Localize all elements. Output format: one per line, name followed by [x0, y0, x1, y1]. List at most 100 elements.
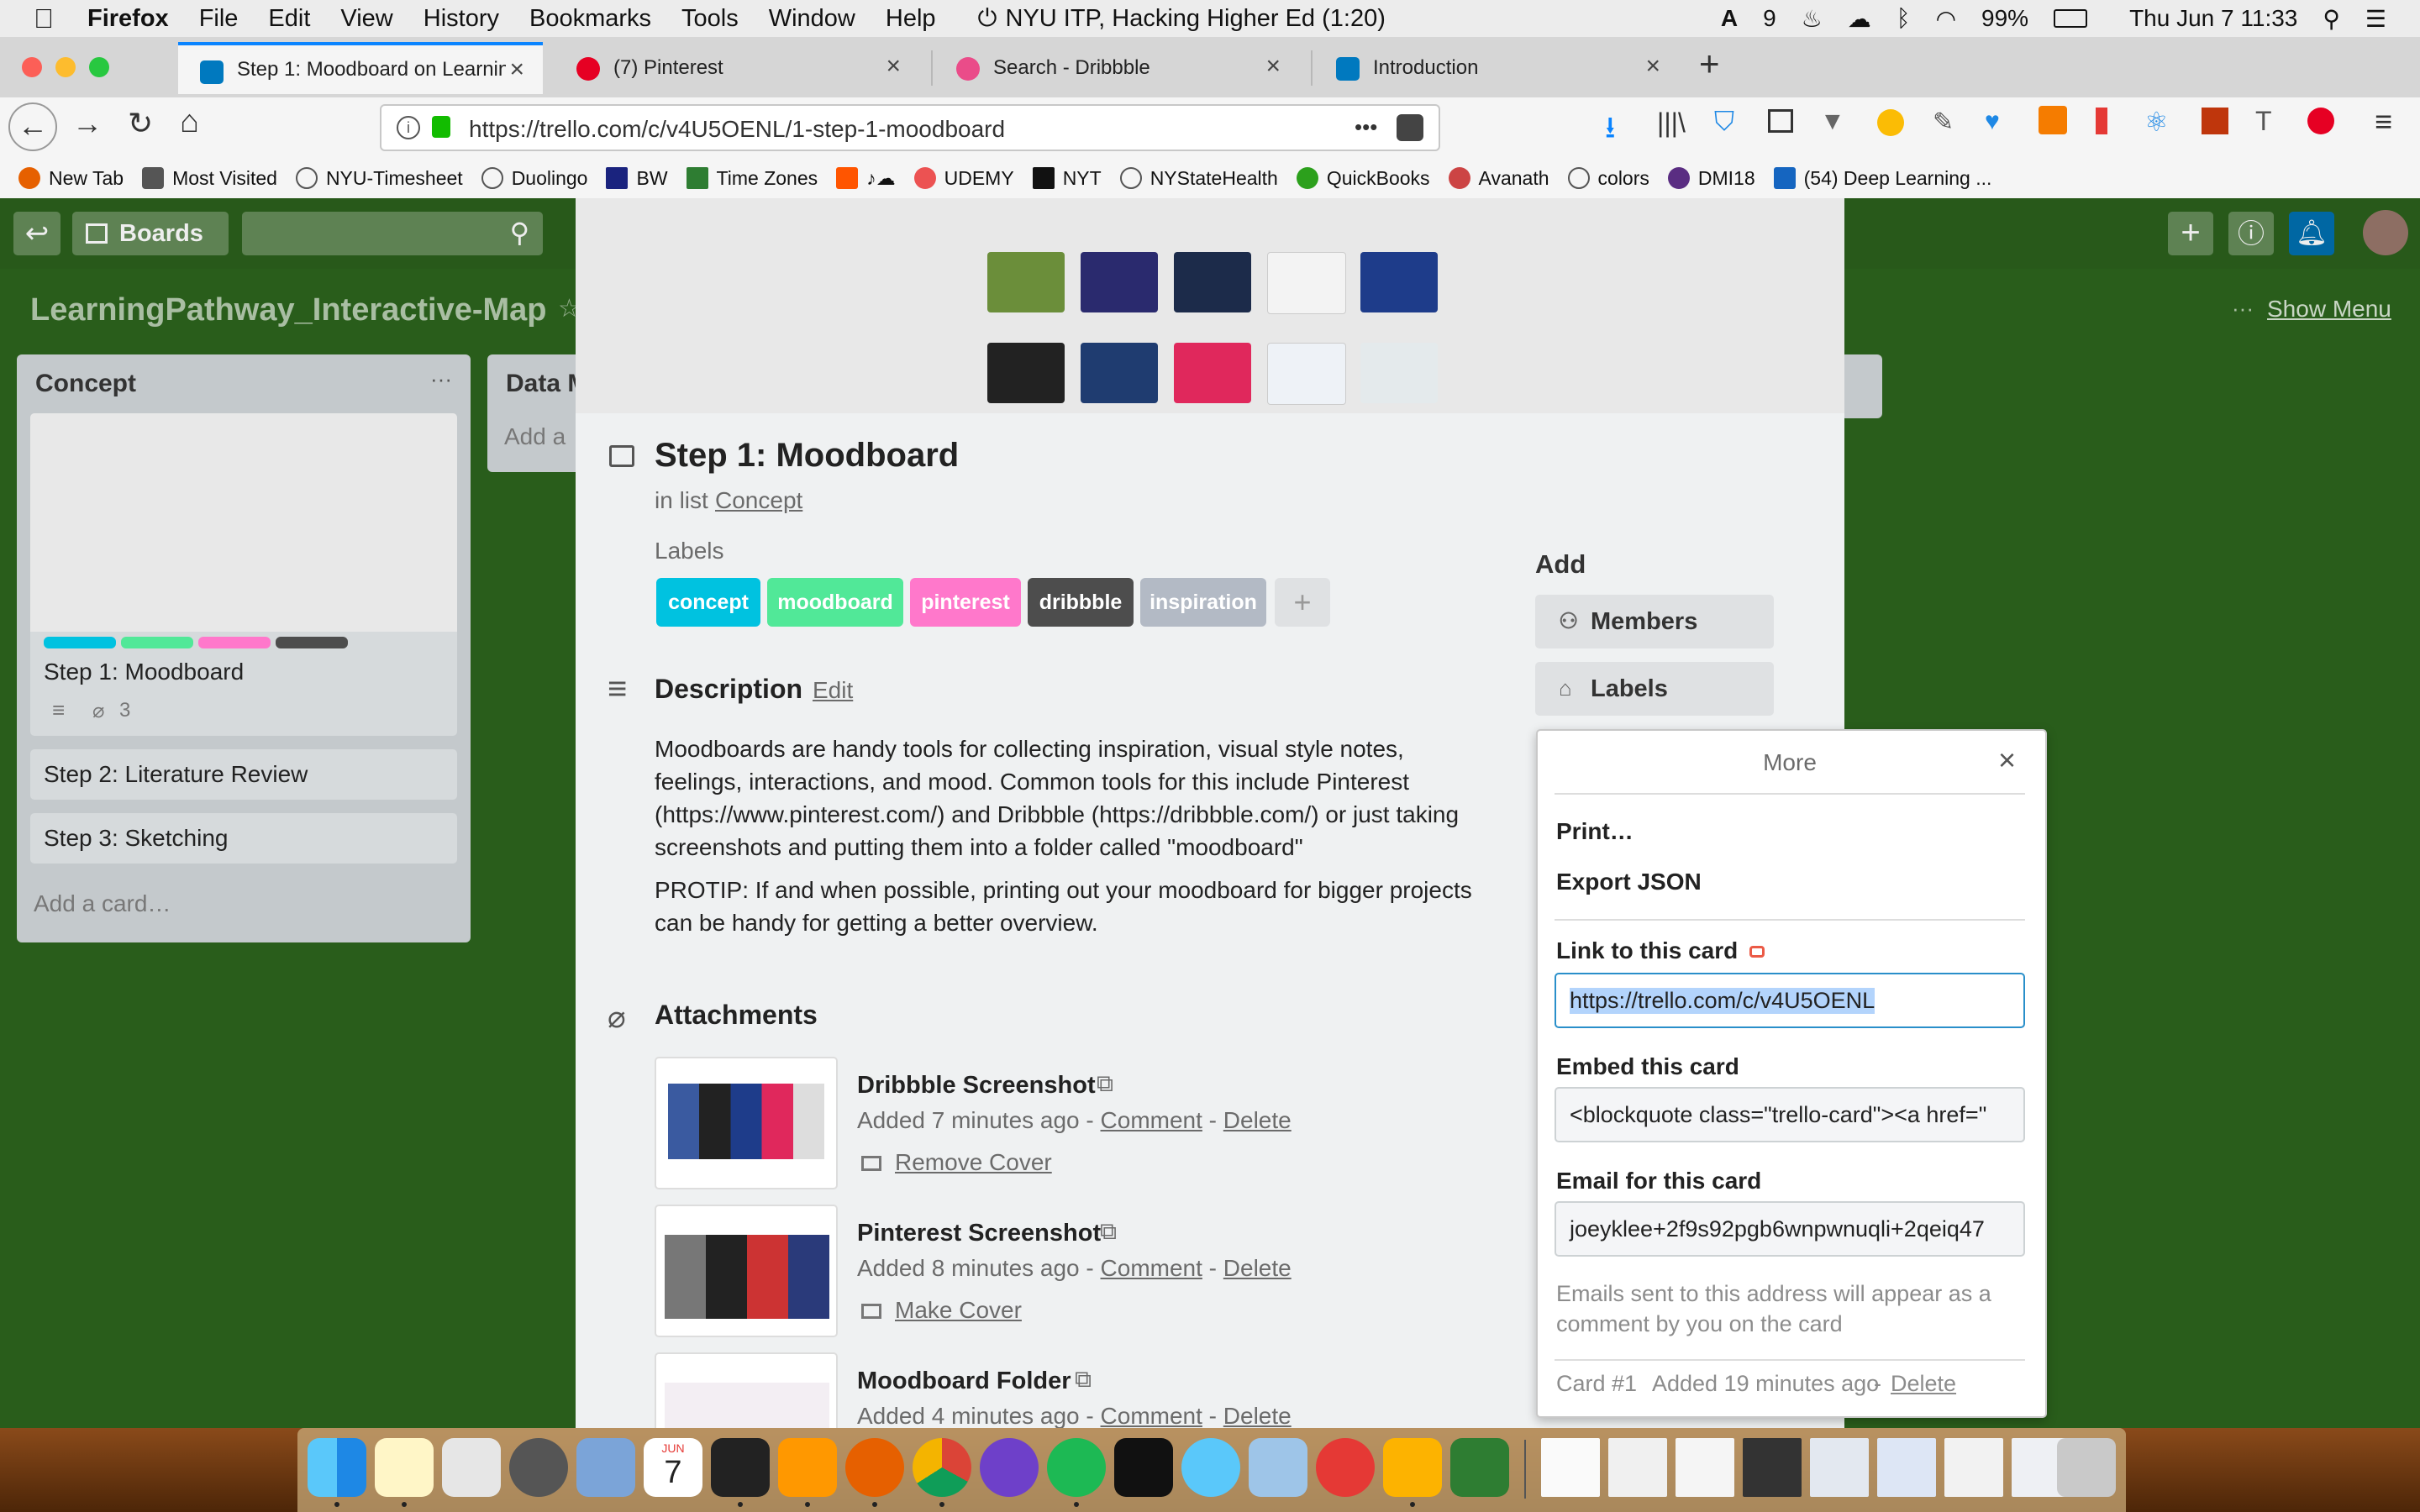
battery-percent[interactable]: 99%	[1981, 5, 2028, 32]
label-dribbble[interactable]: dribbble	[1028, 578, 1134, 627]
tab-close-icon[interactable]: ×	[886, 52, 901, 81]
calendar-icon[interactable]: JUN 7	[644, 1438, 702, 1497]
github-icon[interactable]	[980, 1438, 1039, 1497]
extension-icon[interactable]	[2039, 106, 2067, 134]
wifi-icon[interactable]: ◠	[1936, 5, 1956, 33]
menu-file[interactable]: File	[199, 5, 239, 33]
board-title[interactable]: LearningPathway_Interactive-Map	[30, 292, 547, 328]
menu-help[interactable]: Help	[886, 5, 936, 33]
menu-history[interactable]: History	[424, 5, 499, 33]
attachment-delete-link[interactable]: Delete	[1223, 1107, 1292, 1133]
shield-icon[interactable]: ⛉	[1714, 106, 1734, 138]
embed-input[interactable]: <blockquote class="trello-card"><a href=…	[1555, 1087, 2025, 1142]
attachment-thumbnail[interactable]	[655, 1057, 838, 1189]
spotify-icon[interactable]	[1047, 1438, 1106, 1497]
bookmark-colors[interactable]: colors	[1567, 167, 1649, 190]
rocket-icon[interactable]	[509, 1438, 568, 1497]
members-button[interactable]: ⚇ Members	[1535, 595, 1774, 648]
in-list-link[interactable]: Concept	[715, 487, 802, 514]
attachment-title[interactable]: Pinterest Screenshot	[857, 1220, 1101, 1247]
card-step-1[interactable]: Step 1: Moodboard ≡ ⌀ 3	[30, 413, 457, 736]
library-icon[interactable]: |||\	[1657, 108, 1686, 139]
add-button[interactable]: +	[2168, 212, 2213, 255]
notification-center-icon[interactable]: ☰	[2365, 5, 2386, 33]
files-icon[interactable]	[442, 1438, 501, 1497]
cloud-icon[interactable]: ☁	[1848, 5, 1871, 33]
preview-icon[interactable]	[576, 1438, 635, 1497]
extension-icon[interactable]: T	[2255, 106, 2272, 137]
tab-close-icon[interactable]: ×	[1265, 52, 1281, 81]
list-title[interactable]: Concept	[35, 370, 136, 398]
external-link-icon[interactable]: ⧉	[1097, 1070, 1113, 1098]
tab-dribbble[interactable]: Search - Dribbble ×	[934, 42, 1299, 94]
add-card-link[interactable]: Add a card…	[34, 890, 171, 917]
downloads-icon[interactable]: ⭳	[1605, 106, 1616, 157]
show-menu-link[interactable]: Show Menu	[2267, 296, 2391, 323]
bookmark-avanath[interactable]: Avanath	[1448, 167, 1549, 190]
tab-trello[interactable]: Step 1: Moodboard on Learning ×	[178, 42, 543, 94]
minimized-window-icon[interactable]	[1608, 1438, 1667, 1497]
bookmark-most-visited[interactable]: Most Visited	[142, 167, 277, 190]
bookmark-quickbooks[interactable]: QuickBooks	[1296, 167, 1430, 190]
window-zoom-button[interactable]	[89, 57, 109, 77]
url-bar[interactable]: i https://trello.com/c/v4U5OENL/1-step-1…	[380, 104, 1440, 151]
finder-icon[interactable]	[308, 1438, 366, 1497]
bookmark-deep-learning[interactable]: (54) Deep Learning ...	[1773, 167, 1991, 190]
attachment-comment-link[interactable]: Comment	[1101, 1403, 1202, 1428]
extension-icon[interactable]	[2202, 108, 2228, 134]
forward-button[interactable]: →	[72, 106, 103, 141]
pocket-icon[interactable]	[1397, 114, 1423, 141]
label-inspiration[interactable]: inspiration	[1140, 578, 1266, 627]
bluetooth-icon[interactable]: ᛒ	[1897, 5, 1911, 32]
make-cover-link[interactable]: Make Cover	[895, 1297, 1022, 1324]
avatar[interactable]	[2363, 210, 2408, 255]
list-menu-icon[interactable]: ···	[430, 366, 452, 392]
window-minimize-button[interactable]	[55, 57, 76, 77]
terminal-icon[interactable]	[711, 1438, 770, 1497]
bookmark-dmi18[interactable]: DMI18	[1667, 167, 1755, 190]
extension-icon[interactable]	[1877, 109, 1904, 136]
sublime-icon[interactable]	[778, 1438, 837, 1497]
external-link-icon[interactable]: ⧉	[1075, 1366, 1092, 1394]
tab-close-icon[interactable]: ×	[509, 55, 524, 84]
card-delete-link[interactable]: Delete	[1891, 1371, 1956, 1397]
bookmark-new-tab[interactable]: New Tab	[18, 167, 124, 190]
attachment-thumbnail[interactable]	[655, 1352, 838, 1428]
clock[interactable]: Thu Jun 7 11:33	[2129, 5, 2297, 32]
tab-introduction[interactable]: Introduction ×	[1314, 42, 1679, 94]
card-cover-image[interactable]	[576, 198, 1844, 413]
back-board-button[interactable]: ↩	[13, 212, 60, 255]
menu-tools[interactable]: Tools	[681, 5, 739, 33]
menu-view[interactable]: View	[340, 5, 392, 33]
spotlight-search-icon[interactable]: ⚲	[2323, 5, 2340, 33]
bookmark-time-zones[interactable]: Time Zones	[686, 167, 818, 190]
new-tab-button[interactable]: +	[1699, 44, 1720, 84]
bookmark-nyt[interactable]: NYT	[1032, 167, 1102, 190]
link-input[interactable]: https://trello.com/c/v4U5OENL	[1555, 973, 2025, 1028]
attachment-delete-link[interactable]: Delete	[1223, 1403, 1292, 1428]
bookmark-soundcloud[interactable]: ♪☁	[836, 167, 896, 190]
minimized-window-icon[interactable]	[1743, 1438, 1802, 1497]
menu-edit[interactable]: Edit	[268, 5, 310, 33]
tab-close-icon[interactable]: ×	[1645, 52, 1660, 81]
extension-icon[interactable]: ▼	[1820, 108, 1845, 136]
email-input[interactable]: joeyklee+2f9s92pgb6wnpwnuqli+2qeiq47	[1555, 1201, 2025, 1257]
window-close-button[interactable]	[22, 57, 42, 77]
site-info-icon[interactable]: i	[397, 116, 420, 139]
boards-button[interactable]: Boards	[72, 212, 229, 255]
url-text[interactable]: https://trello.com/c/v4U5OENL/1-step-1-m…	[469, 116, 1005, 143]
eyedropper-icon[interactable]: ✎	[1933, 108, 1954, 137]
info-icon[interactable]: ⓘ	[2228, 212, 2274, 255]
notifications-bell-icon[interactable]: 🔔︎	[2289, 212, 2334, 255]
react-devtools-icon[interactable]: ⚛	[2144, 106, 2169, 138]
status-event-icon[interactable]: ⏻	[978, 5, 997, 33]
notifications-icon[interactable]: A	[1721, 5, 1738, 32]
sidebar-icon[interactable]	[1768, 109, 1793, 133]
label-moodboard[interactable]: moodboard	[767, 578, 903, 627]
description-text[interactable]: Moodboards are handy tools for collectin…	[655, 732, 1495, 939]
card-step-3[interactable]: Step 3: Sketching	[30, 813, 457, 864]
minimized-window-icon[interactable]	[1944, 1438, 2003, 1497]
minimized-window-icon[interactable]	[1541, 1438, 1600, 1497]
card-step-2[interactable]: Step 2: Literature Review	[30, 749, 457, 800]
messages-icon[interactable]	[1181, 1438, 1240, 1497]
